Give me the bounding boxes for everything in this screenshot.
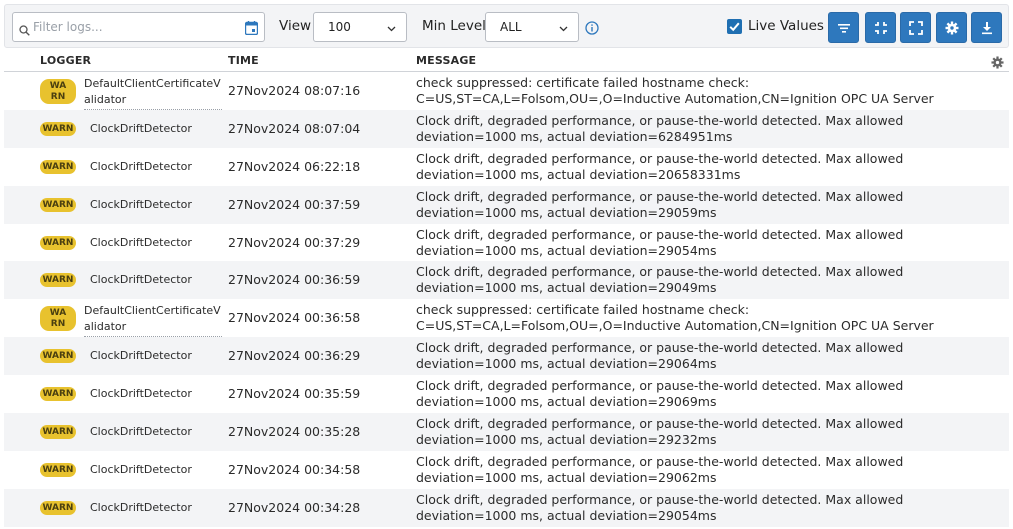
- table-row[interactable]: WARN ClockDriftDetector 27Nov2024 06:22:…: [4, 148, 1009, 186]
- logger-name: DefaultClientCertificateValidator: [84, 303, 222, 337]
- table-header: LOGGER TIME MESSAGE: [4, 50, 1009, 72]
- table-row[interactable]: WARN ClockDriftDetector 27Nov2024 08:07:…: [4, 110, 1009, 148]
- log-message: Clock drift, degraded performance, or pa…: [416, 113, 904, 144]
- logger-name: ClockDriftDetector: [90, 387, 192, 400]
- level-badge: WARN: [40, 198, 76, 212]
- logger-name: DefaultClientCertificateValidator: [84, 76, 222, 110]
- table-row[interactable]: WARN DefaultClientCertificateValidator 2…: [4, 72, 1009, 110]
- live-values-label: Live Values: [748, 18, 824, 34]
- level-badge: WARN: [40, 122, 76, 136]
- log-message: Clock drift, degraded performance, or pa…: [416, 227, 904, 258]
- level-badge: WARN: [40, 160, 76, 174]
- info-icon[interactable]: [585, 20, 599, 39]
- filter-logs-field[interactable]: [12, 12, 265, 42]
- log-message: Clock drift, degraded performance, or pa…: [416, 189, 904, 220]
- view-select-value: 100: [328, 20, 351, 34]
- live-values-checkbox[interactable]: [727, 19, 742, 34]
- min-level-select-value: ALL: [500, 20, 522, 34]
- log-message: check suppressed: certificate failed hos…: [416, 302, 934, 333]
- log-message: Clock drift, degraded performance, or pa…: [416, 492, 904, 523]
- min-level-select[interactable]: ALL: [485, 12, 579, 42]
- log-time: 27Nov2024 00:34:28: [228, 500, 361, 515]
- level-badge: WARN: [40, 273, 76, 287]
- logger-name: ClockDriftDetector: [90, 198, 192, 211]
- table-row[interactable]: WARN ClockDriftDetector 27Nov2024 00:34:…: [4, 451, 1009, 489]
- table-row[interactable]: WARN ClockDriftDetector 27Nov2024 00:37:…: [4, 186, 1009, 224]
- log-time: 27Nov2024 00:36:29: [228, 348, 361, 363]
- table-row[interactable]: WARN ClockDriftDetector 27Nov2024 00:36:…: [4, 261, 1009, 299]
- table-row[interactable]: WARN ClockDriftDetector 27Nov2024 00:34:…: [4, 489, 1009, 527]
- filter-button[interactable]: [828, 12, 859, 43]
- log-time: 27Nov2024 00:36:58: [228, 310, 361, 325]
- log-time: 27Nov2024 00:35:59: [228, 386, 361, 401]
- log-message: Clock drift, degraded performance, or pa…: [416, 454, 904, 485]
- level-badge: WARN: [40, 501, 76, 515]
- settings-button[interactable]: [936, 12, 967, 43]
- chevron-down-icon: [559, 22, 568, 36]
- log-message: Clock drift, degraded performance, or pa…: [416, 378, 904, 409]
- table-row[interactable]: WARN ClockDriftDetector 27Nov2024 00:36:…: [4, 337, 1009, 375]
- table-row[interactable]: WARN DefaultClientCertificateValidator 2…: [4, 299, 1009, 337]
- view-select[interactable]: 100: [313, 12, 407, 42]
- logger-name: ClockDriftDetector: [90, 425, 192, 438]
- level-badge: WARN: [40, 306, 76, 331]
- log-time: 27Nov2024 06:22:18: [228, 159, 361, 174]
- gear-icon[interactable]: [991, 54, 1004, 73]
- column-header-time[interactable]: TIME: [228, 54, 259, 67]
- log-time: 27Nov2024 00:36:59: [228, 272, 361, 287]
- download-button[interactable]: [971, 12, 1002, 43]
- level-badge: WARN: [40, 463, 76, 477]
- level-badge: WARN: [40, 425, 76, 439]
- logger-name: ClockDriftDetector: [90, 273, 192, 286]
- search-icon: [19, 21, 30, 40]
- fullscreen-button[interactable]: [900, 12, 931, 43]
- logger-name: ClockDriftDetector: [90, 501, 192, 514]
- logger-name: ClockDriftDetector: [90, 349, 192, 362]
- log-message: Clock drift, degraded performance, or pa…: [416, 151, 904, 182]
- collapse-button[interactable]: [865, 12, 896, 43]
- log-message: Clock drift, degraded performance, or pa…: [416, 340, 904, 371]
- logger-name: ClockDriftDetector: [90, 160, 192, 173]
- level-badge: WARN: [40, 387, 76, 401]
- log-message: Clock drift, degraded performance, or pa…: [416, 264, 904, 295]
- level-badge: WARN: [40, 236, 76, 250]
- toolbar: View 100 Min Level ALL Live Values: [4, 4, 1009, 48]
- log-time: 27Nov2024 00:35:28: [228, 424, 361, 439]
- logger-name: ClockDriftDetector: [90, 122, 192, 135]
- logger-name: ClockDriftDetector: [90, 463, 192, 476]
- column-header-message[interactable]: MESSAGE: [416, 54, 476, 67]
- table-row[interactable]: WARN ClockDriftDetector 27Nov2024 00:35:…: [4, 375, 1009, 413]
- filter-logs-input[interactable]: [33, 14, 233, 40]
- log-time: 27Nov2024 00:34:58: [228, 462, 361, 477]
- log-time: 27Nov2024 08:07:16: [228, 83, 361, 98]
- min-level-label: Min Level: [422, 18, 486, 34]
- chevron-down-icon: [387, 22, 396, 36]
- log-time: 27Nov2024 00:37:29: [228, 235, 361, 250]
- log-message: check suppressed: certificate failed hos…: [416, 75, 934, 106]
- logger-name: ClockDriftDetector: [90, 236, 192, 249]
- log-message: Clock drift, degraded performance, or pa…: [416, 416, 904, 447]
- log-time: 27Nov2024 00:37:59: [228, 197, 361, 212]
- calendar-icon[interactable]: [244, 20, 259, 39]
- column-header-logger[interactable]: LOGGER: [40, 54, 91, 67]
- table-row[interactable]: WARN ClockDriftDetector 27Nov2024 00:37:…: [4, 224, 1009, 262]
- log-time: 27Nov2024 08:07:04: [228, 121, 361, 136]
- level-badge: WARN: [40, 349, 76, 363]
- view-label: View: [279, 18, 312, 34]
- level-badge: WARN: [40, 79, 76, 104]
- table-row[interactable]: WARN ClockDriftDetector 27Nov2024 00:35:…: [4, 413, 1009, 451]
